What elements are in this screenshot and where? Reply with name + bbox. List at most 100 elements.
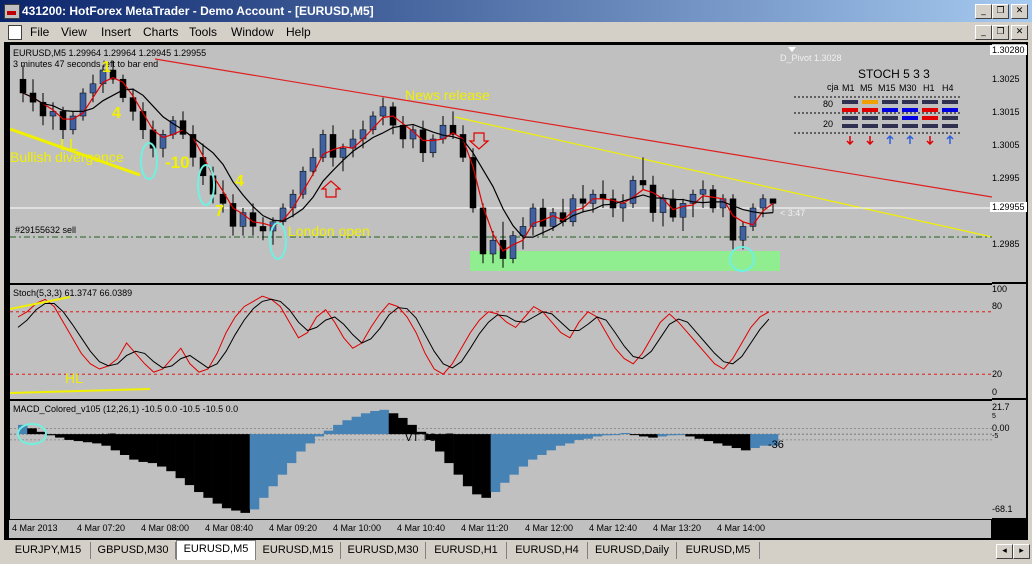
child-close-button[interactable]: ✕	[1011, 25, 1028, 40]
symbol-info: EURUSD,M5 1.29964 1.29964 1.29945 1.2995…	[13, 48, 207, 58]
document-icon[interactable]	[8, 25, 22, 40]
macd-bar	[129, 434, 139, 460]
menu-file[interactable]: File	[30, 25, 49, 39]
menu-tools[interactable]: Tools	[189, 25, 217, 39]
stoch-table-title: STOCH 5 3 3	[858, 67, 930, 81]
macd-bar	[509, 434, 519, 475]
stoch-table-cell	[942, 124, 958, 128]
time-label-7: 4 Mar 11:20	[461, 523, 509, 533]
stoch-scale: 100 80 20 0	[992, 284, 1026, 398]
child-minimize-button[interactable]: _	[975, 25, 992, 40]
window-title: 431200: HotForex MetaTrader - Demo Accou…	[22, 4, 374, 18]
tf-m15: M15	[878, 83, 896, 93]
app-icon[interactable]	[4, 4, 20, 19]
tab-eurusd-h4[interactable]: EURUSD,H4	[507, 542, 588, 559]
time-label-3: 4 Mar 08:40	[205, 523, 254, 533]
macd-bar	[685, 434, 695, 437]
macd-bar	[555, 434, 566, 446]
menu-help[interactable]: Help	[286, 25, 311, 39]
macd-bar	[55, 434, 65, 438]
tf-h4: H4	[942, 83, 954, 93]
macd-bar	[546, 434, 556, 451]
stoch-tick-0: 0	[992, 387, 998, 397]
candle-body	[329, 134, 337, 158]
candle-body	[259, 226, 267, 232]
macd-bar	[490, 434, 501, 493]
candle-body	[649, 184, 657, 213]
macd-bar	[657, 434, 668, 437]
tab-eurusd-m15[interactable]: EURUSD,M15	[256, 542, 341, 559]
tab-eurusd-m5-active[interactable]: EURUSD,M5	[176, 540, 256, 560]
macd-bar	[268, 434, 278, 487]
stoch-level-20: 20	[823, 119, 834, 129]
stochastic-panel[interactable]: Stoch(5,3,3) 61.3747 66.0389 HL	[9, 284, 993, 400]
stoch-table-cell	[922, 116, 938, 120]
macd-bar	[147, 434, 158, 464]
price-panel[interactable]: EURUSD,M5 1.29964 1.29964 1.29945 1.2995…	[9, 44, 993, 284]
tab-eurusd-m5[interactable]: EURUSD,M5	[677, 542, 760, 559]
child-restore-button[interactable]: ❐	[992, 25, 1009, 40]
menu-view[interactable]: View	[61, 25, 87, 39]
minimize-button[interactable]: _	[975, 4, 992, 19]
tab-scroll-right-button[interactable]: ▸	[1013, 544, 1030, 559]
wave-1-label: 1	[102, 59, 111, 76]
macd-bar	[638, 434, 649, 437]
macd-bar	[249, 434, 260, 510]
stoch-table-cell	[882, 100, 898, 104]
menu-window[interactable]: Window	[231, 25, 274, 39]
stoch-table-cell	[862, 124, 878, 128]
price-tick-3: 1.3005	[992, 140, 1020, 150]
macd-value-tag: -36	[768, 439, 784, 451]
macd-bar	[212, 434, 223, 504]
candle-body	[709, 189, 717, 209]
price-scale[interactable]: 1.30280 1.3025 1.3015 1.3005 1.2995 1.29…	[990, 44, 1027, 282]
tab-eurusd-daily[interactable]: EURUSD,Daily	[588, 542, 677, 559]
pivot-label: D_Pivot 1.3028	[780, 53, 842, 63]
stoch-table-cell	[902, 116, 918, 120]
tab-scroll-left-button[interactable]: ◂	[996, 544, 1013, 559]
macd-bar	[388, 413, 399, 435]
macd-bar	[82, 434, 93, 443]
stochastic-chart[interactable]	[10, 285, 992, 399]
candle-body	[619, 203, 627, 209]
macd-bar	[314, 434, 325, 437]
macd-bar	[666, 434, 677, 436]
stoch-table-cell	[902, 108, 918, 112]
menu-insert[interactable]: Insert	[101, 25, 131, 39]
macd-bar	[258, 434, 269, 498]
stoch-table-cell	[882, 116, 898, 120]
macd-bar	[472, 434, 482, 495]
macd-bar	[240, 434, 251, 513]
price-tick-1: 1.3025	[992, 74, 1020, 84]
close-button[interactable]: ✕	[1011, 4, 1028, 19]
menu-charts[interactable]: Charts	[143, 25, 178, 39]
tab-eurjpy-m15[interactable]: EURJPY,M15	[6, 542, 91, 559]
candle-body	[549, 212, 557, 227]
candle-body	[769, 198, 777, 204]
macd-chart[interactable]	[10, 401, 992, 519]
macd-bar	[370, 410, 380, 435]
tab-gbpusd-m30[interactable]: GBPUSD,M30	[91, 542, 176, 559]
restore-button[interactable]: ❐	[992, 4, 1009, 19]
macd-bar	[481, 434, 491, 498]
stoch-table-cell	[862, 116, 878, 120]
macd-bar	[36, 431, 47, 435]
time-label-10: 4 Mar 13:20	[653, 523, 702, 533]
stoch-level-80: 80	[823, 99, 834, 109]
chart-window[interactable]: EURUSD,M5 1.29964 1.29964 1.29945 1.2995…	[4, 42, 1028, 540]
macd-bar	[305, 434, 315, 444]
candle-body	[89, 83, 97, 94]
wave-10-label: -10	[165, 153, 190, 172]
macd-bar	[453, 434, 464, 475]
macd-bar	[175, 434, 186, 479]
stoch-table-cell	[882, 124, 898, 128]
tab-eurusd-h1[interactable]: EURUSD,H1	[426, 542, 507, 559]
macd-panel[interactable]: MACD_Colored_v105 (12,26,1) -10.5 0.0 -1…	[9, 400, 993, 520]
macd-bar	[92, 434, 102, 444]
stoch-table-cell	[942, 108, 958, 112]
time-label-2: 4 Mar 08:00	[141, 523, 190, 533]
tab-eurusd-m30[interactable]: EURUSD,M30	[341, 542, 426, 559]
stoch-down-arrow	[846, 136, 854, 145]
price-tick-2: 1.3015	[992, 107, 1020, 117]
stoch-table-cell	[922, 108, 938, 112]
